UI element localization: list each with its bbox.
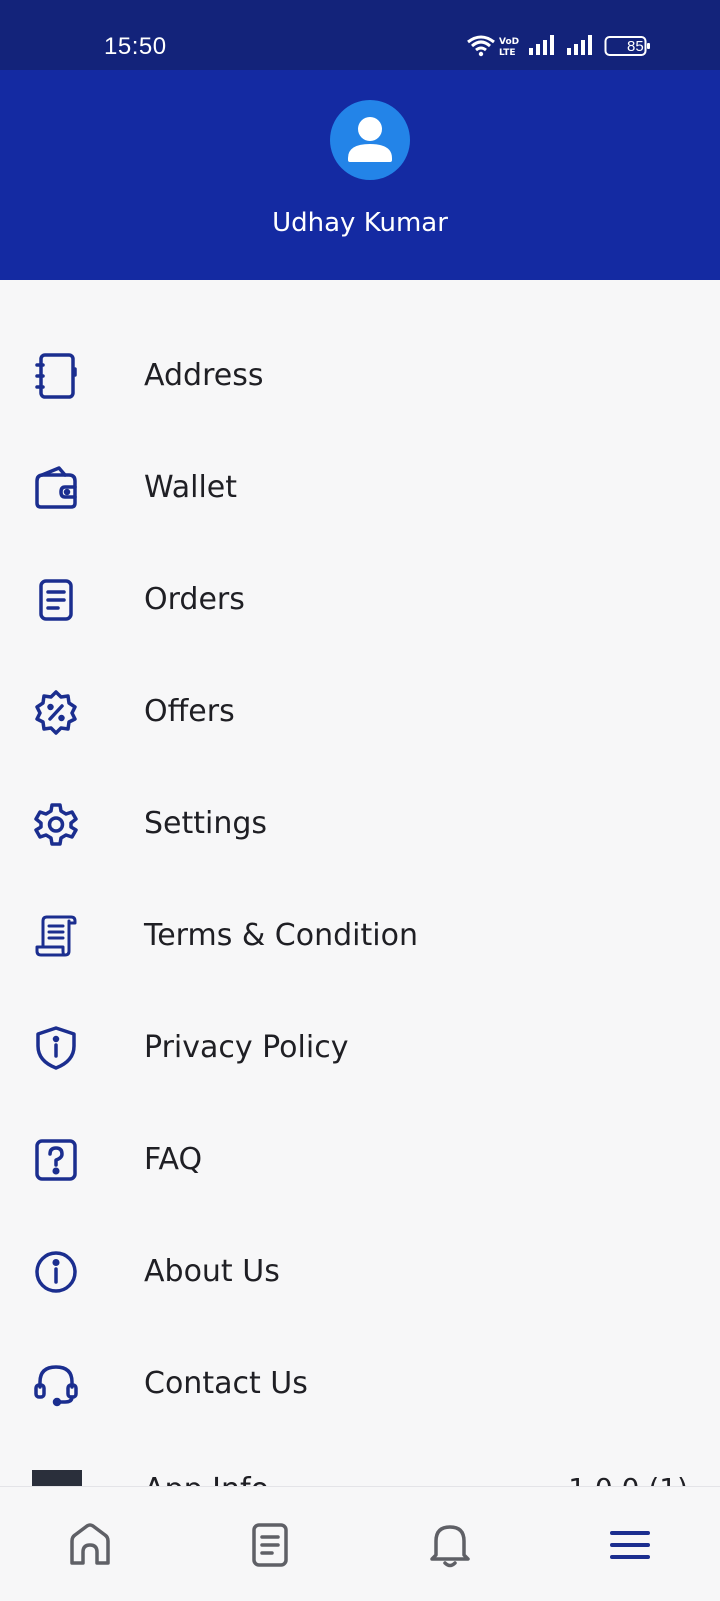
user-icon (348, 117, 392, 162)
info-icon (35, 1251, 77, 1293)
wallet-icon (35, 466, 77, 509)
menu-label: Address (144, 358, 264, 393)
question-icon (35, 1139, 77, 1181)
bell-icon (430, 1525, 470, 1568)
menu-label: Orders (144, 582, 245, 617)
menu-label: FAQ (144, 1142, 203, 1177)
menu-label: About Us (144, 1254, 280, 1289)
nav-menu-button[interactable] (604, 1519, 656, 1571)
menu-label: Privacy Policy (144, 1030, 349, 1065)
menu-item-terms[interactable]: Terms & Condition (0, 880, 720, 992)
orders-icon (252, 1523, 288, 1567)
profile-header: Udhay Kumar (0, 70, 720, 280)
volte-icon: VoD LTE (499, 37, 519, 58)
nav-home-button[interactable] (64, 1519, 116, 1571)
headset-icon (34, 1365, 78, 1407)
menu-label: Contact Us (144, 1366, 308, 1401)
discount-badge-icon (35, 690, 77, 735)
scroll-document-icon (35, 915, 77, 957)
menu-icon (610, 1531, 650, 1559)
app-logo (32, 1470, 82, 1486)
menu-item-faq[interactable]: FAQ (0, 1104, 720, 1216)
home-icon (70, 1523, 110, 1565)
orders-document-icon (39, 579, 73, 621)
menu-label: Wallet (144, 470, 238, 505)
app-version: 1.0.0 (1) (568, 1472, 688, 1486)
gear-icon (34, 803, 78, 846)
wifi-icon (467, 35, 495, 57)
svg-text:LTE: LTE (499, 48, 516, 58)
menu-list: Address Wallet Orders Offers Settings Te… (0, 320, 720, 1440)
menu-label: Offers (144, 694, 235, 729)
address-book-icon (35, 353, 77, 399)
signal-icon (529, 35, 554, 55)
svg-text:VoD: VoD (499, 37, 519, 47)
bottom-nav (0, 1486, 720, 1601)
menu-item-contact-us[interactable]: Contact Us (0, 1328, 720, 1440)
menu-item-privacy-policy[interactable]: Privacy Policy (0, 992, 720, 1104)
menu-item-settings[interactable]: Settings (0, 768, 720, 880)
menu-item-address[interactable]: Address (0, 320, 720, 432)
menu-item-app-info[interactable]: App Info 1.0.0 (1) (0, 1440, 720, 1486)
status-bar: 15:50 VoD LTE 85 (0, 0, 720, 70)
nav-notifications-button[interactable] (424, 1519, 476, 1571)
menu-item-about-us[interactable]: About Us (0, 1216, 720, 1328)
menu-label: Settings (144, 806, 268, 841)
user-name: Udhay Kumar (272, 208, 448, 238)
nav-orders-button[interactable] (244, 1519, 296, 1571)
app-info-label: App Info (144, 1472, 269, 1486)
menu-item-wallet[interactable]: Wallet (0, 432, 720, 544)
battery-level: 85 (627, 38, 644, 55)
shield-info-icon (36, 1026, 76, 1070)
status-time: 15:50 (104, 33, 167, 60)
menu-label: Terms & Condition (144, 918, 418, 953)
menu-item-offers[interactable]: Offers (0, 656, 720, 768)
menu-item-orders[interactable]: Orders (0, 544, 720, 656)
avatar[interactable] (330, 100, 410, 180)
signal-icon (567, 35, 592, 55)
